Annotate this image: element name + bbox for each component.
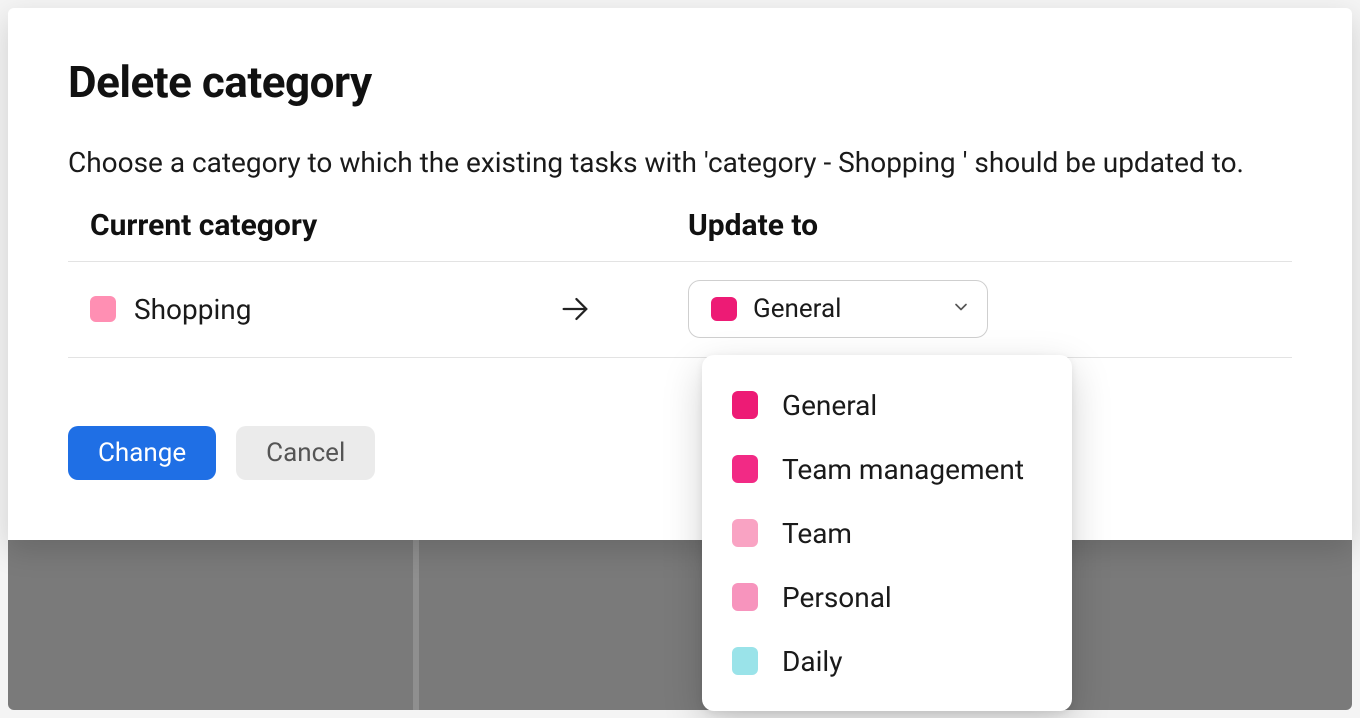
category-color-swatch (90, 296, 116, 322)
backdrop-column-divider (413, 540, 419, 710)
dialog-actions: Change Cancel (68, 426, 1292, 480)
delete-category-dialog: Delete category Choose a category to whi… (8, 8, 1352, 540)
dropdown-option-personal[interactable]: Personal (702, 565, 1072, 629)
category-mapping-row: Shopping General (68, 262, 1292, 358)
dropdown-option-general[interactable]: General (702, 373, 1072, 437)
option-label: Daily (782, 645, 842, 678)
current-category-cell: Shopping (68, 293, 558, 326)
change-button[interactable]: Change (68, 426, 216, 480)
column-header-update: Update to (688, 208, 1292, 243)
target-category-dropdown[interactable]: General Team management Team Personal Da… (702, 355, 1072, 711)
category-color-swatch (732, 391, 758, 419)
dropdown-option-team[interactable]: Team (702, 501, 1072, 565)
option-label: General (782, 389, 877, 422)
category-color-swatch (732, 583, 758, 611)
category-color-swatch (711, 297, 737, 321)
category-color-swatch (732, 519, 758, 547)
option-label: Team (782, 517, 852, 550)
category-color-swatch (732, 647, 758, 675)
cancel-button[interactable]: Cancel (236, 426, 375, 480)
arrow-right-icon (558, 292, 688, 326)
option-label: Personal (782, 581, 892, 614)
dropdown-option-team-management[interactable]: Team management (702, 437, 1072, 501)
dialog-title: Delete category (68, 56, 1292, 108)
selected-target-label: General (753, 294, 951, 324)
target-category-select[interactable]: General (688, 280, 988, 338)
dropdown-option-daily[interactable]: Daily (702, 629, 1072, 693)
dialog-description: Choose a category to which the existing … (68, 144, 1292, 182)
column-header-current: Current category (68, 208, 688, 243)
chevron-down-icon (951, 297, 971, 321)
columns-header-row: Current category Update to (68, 208, 1292, 262)
category-color-swatch (732, 455, 758, 483)
option-label: Team management (782, 453, 1024, 486)
current-category-label: Shopping (134, 293, 251, 326)
modal-backdrop (8, 540, 1352, 710)
